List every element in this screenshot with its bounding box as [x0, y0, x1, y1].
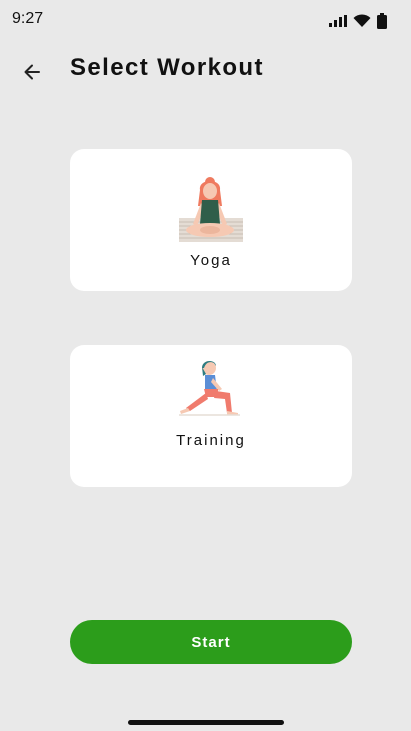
page-title: Select Workout — [70, 54, 264, 81]
status-time: 9:27 — [12, 10, 44, 27]
workout-label-yoga: Yoga — [190, 252, 232, 269]
workout-label-training: Training — [176, 432, 246, 449]
status-bar: 9:27 — [0, 0, 411, 40]
back-button[interactable] — [16, 56, 48, 88]
yoga-pose-icon — [179, 177, 243, 242]
wifi-icon — [353, 14, 371, 27]
cellular-signal-icon — [329, 15, 347, 27]
workout-card-yoga[interactable]: Yoga — [70, 149, 352, 291]
status-icons — [329, 13, 387, 29]
battery-icon — [377, 13, 387, 29]
lunge-stretch-icon — [179, 360, 240, 416]
workout-card-training[interactable]: Training — [70, 345, 352, 487]
start-button[interactable]: Start — [70, 620, 352, 664]
arrow-back-icon — [24, 64, 40, 80]
home-indicator — [128, 720, 284, 725]
